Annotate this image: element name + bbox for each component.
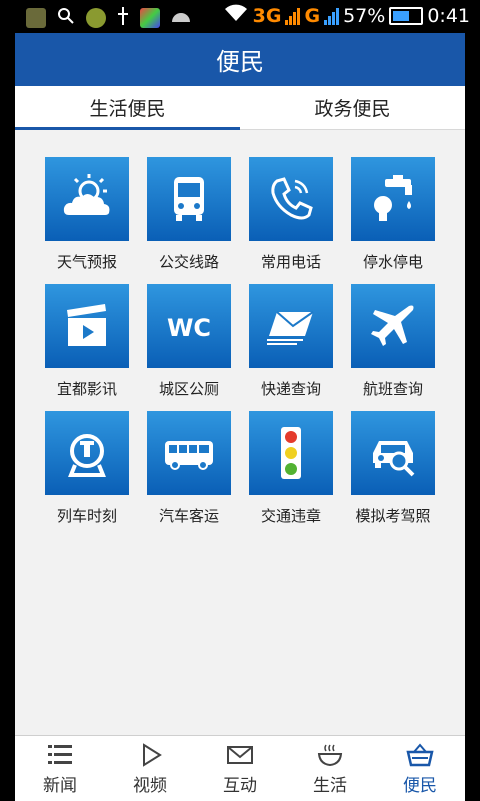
service-label: 交通违章 [260,507,321,525]
nav-convenience[interactable]: 便民 [375,736,465,801]
service-flights[interactable]: 航班查询 [351,284,435,399]
bus-icon [174,177,204,221]
plane-icon [371,305,414,346]
app-frame: 便民 生活便民 政务便民 天气预报 公交线路 常用电话 停水停电 宜都影讯 WC… [15,33,465,801]
movie-icon [67,304,106,346]
bowl-icon [317,744,343,766]
service-outage[interactable]: 停水停电 [351,157,435,272]
phone-screen: 3G G 57% 0:41 便民 生活便民 政务便民 天气预报 公交线路 常用电… [0,0,480,801]
service-label: 列车时刻 [56,507,117,525]
tab-label: 生活便民 [89,98,166,120]
train-icon [68,434,106,477]
service-label: 停水停电 [362,253,423,271]
service-coach[interactable]: 汽车客运 [147,411,231,526]
service-label: 模拟考驾照 [355,507,431,525]
mail-icon [227,745,253,764]
wifi-icon [223,3,249,28]
nav-video[interactable]: 视频 [105,736,195,801]
service-movies[interactable]: 宜都影讯 [45,284,129,399]
basket-icon [406,742,434,766]
play-icon [143,742,162,767]
tab-government-services[interactable]: 政务便民 [240,86,465,129]
tile [249,284,333,368]
svg-text:WC: WC [167,314,211,342]
nav-label: 生活 [313,775,347,796]
tile [45,411,129,495]
service-train-schedule[interactable]: 列车时刻 [45,411,129,526]
clock: 0:41 [427,4,470,27]
photo-icon [140,8,160,28]
service-public-toilets[interactable]: WC 城区公厕 [147,284,231,399]
driving-test-icon [373,441,415,477]
nav-life[interactable]: 生活 [285,736,375,801]
water-electric-icon [374,175,412,221]
weather-icon [63,174,110,215]
tile [45,157,129,241]
service-label: 公交线路 [158,253,219,271]
network-type-1: 3G [252,4,282,27]
android-icon [170,8,192,28]
tile [45,284,129,368]
signal-icon-1 [285,7,301,25]
service-label: 常用电话 [260,253,321,271]
notification-icon [26,8,46,28]
service-weather[interactable]: 天气预报 [45,157,129,272]
list-icon [48,744,72,764]
service-label: 天气预报 [56,253,117,271]
status-left-icons [26,6,192,30]
page-title: 便民 [216,48,264,76]
service-label: 航班查询 [362,380,423,398]
tile [249,411,333,495]
service-express[interactable]: 快递查询 [249,284,333,399]
signal-icon-2 [324,7,340,25]
service-label: 城区公厕 [158,380,219,398]
tab-bar: 生活便民 政务便民 [15,86,465,130]
battery-icon [389,6,424,25]
tile [147,411,231,495]
status-bar: 3G G 57% 0:41 [0,0,480,33]
nav-label: 便民 [403,775,437,796]
wc-icon: WC [167,314,211,342]
search-icon [56,6,76,30]
nav-interaction[interactable]: 互动 [195,736,285,801]
usb-icon [116,6,130,30]
service-label: 宜都影讯 [56,380,117,398]
battery-percent: 57% [343,4,386,27]
coach-icon [165,441,213,470]
nav-label: 互动 [223,775,257,796]
service-common-phones[interactable]: 常用电话 [249,157,333,272]
tile [351,284,435,368]
bottom-navigation: 新闻 视频 互动 生活 便民 [15,735,465,801]
service-label: 快递查询 [260,380,321,398]
traffic-light-icon [281,427,301,479]
service-traffic-violations[interactable]: 交通违章 [249,411,333,526]
tile: WC [147,284,231,368]
tile [351,411,435,495]
phone-icon [271,177,313,220]
page-title-bar: 便民 [15,33,465,86]
tab-life-services[interactable]: 生活便民 [15,86,240,130]
nav-news[interactable]: 新闻 [15,736,105,801]
tile [249,157,333,241]
nav-label: 新闻 [43,775,77,796]
service-bus-routes[interactable]: 公交线路 [147,157,231,272]
express-icon [267,311,314,345]
nav-label: 视频 [133,775,167,796]
tab-label: 政务便民 [314,98,391,120]
service-driving-test[interactable]: 模拟考驾照 [351,411,435,526]
tile [147,157,231,241]
status-right: 3G G 57% 0:41 [223,3,470,28]
tile [351,157,435,241]
network-type-2: G [304,4,321,27]
service-label: 汽车客运 [158,507,219,525]
app-icon [86,8,106,28]
